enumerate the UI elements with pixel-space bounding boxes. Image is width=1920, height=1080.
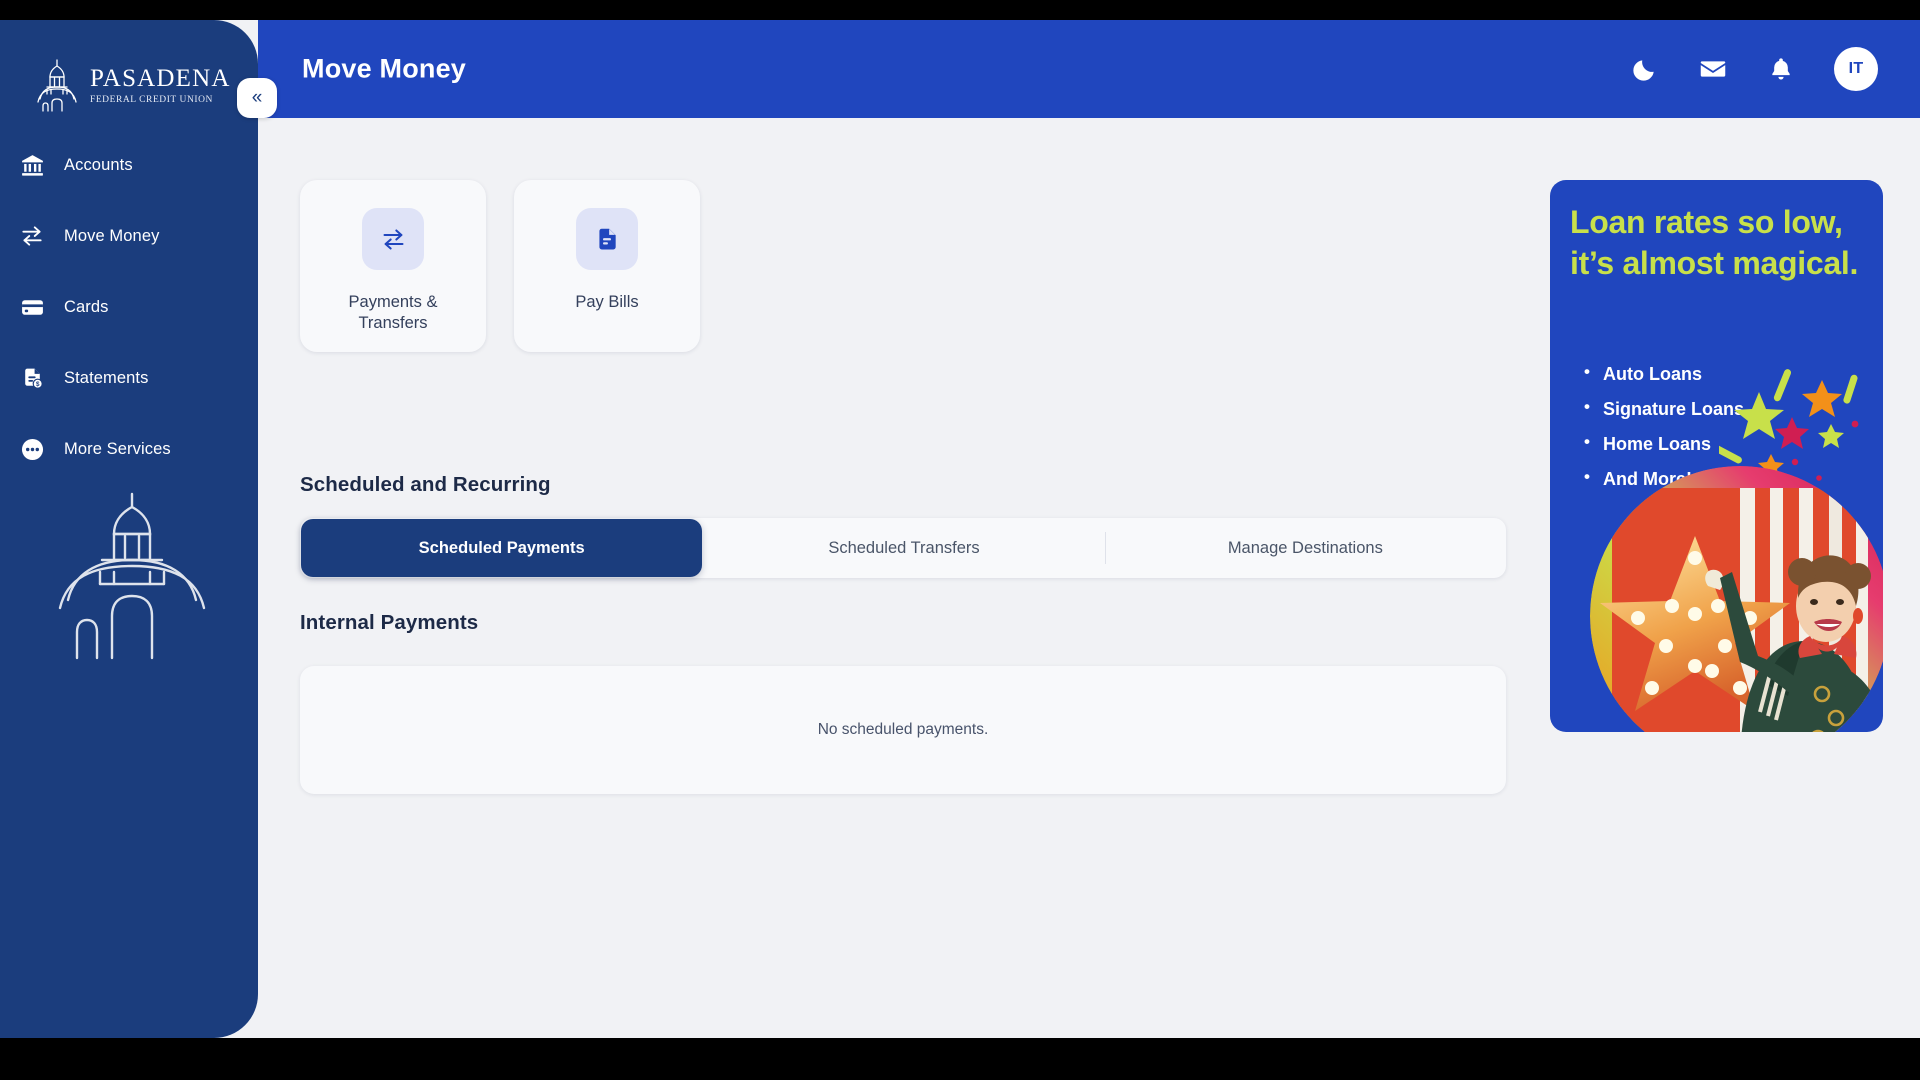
avatar[interactable]: IT <box>1834 47 1878 91</box>
tab-manage-destinations[interactable]: Manage Destinations <box>1104 518 1506 578</box>
sidebar-item-label: More Services <box>64 439 171 458</box>
quick-actions: Payments & Transfers Pay Bills <box>300 180 700 352</box>
brand-logo[interactable]: PASADENA FEDERAL CREDIT UNION <box>34 58 231 112</box>
city-hall-dome-icon <box>37 59 77 112</box>
page-title: Move Money <box>302 53 467 84</box>
credit-card-icon <box>18 293 46 321</box>
sidebar-item-cards[interactable]: Cards <box>0 284 258 330</box>
sidebar-item-more-services[interactable]: More Services <box>0 426 258 472</box>
quick-action-label: Payments & Transfers <box>348 293 438 333</box>
sidebar-item-label: Move Money <box>64 226 160 245</box>
scheduled-payments-empty-state: No scheduled payments. <box>300 666 1506 794</box>
more-dots-icon <box>18 435 46 463</box>
brand-name: PASADENA <box>90 64 231 92</box>
city-hall-dome-watermark-icon <box>58 492 206 660</box>
sidebar-item-label: Cards <box>64 297 109 316</box>
bell-icon[interactable] <box>1766 54 1796 84</box>
empty-state-text: No scheduled payments. <box>817 721 989 738</box>
scheduled-section-title: Scheduled and Recurring <box>300 473 551 496</box>
app-window: PASADENA FEDERAL CREDIT UNION Accounts M… <box>0 20 1920 1038</box>
sidebar-item-move-money[interactable]: Move Money <box>0 213 258 259</box>
scheduled-tabs: Scheduled Payments Scheduled Transfers M… <box>300 518 1506 578</box>
envelope-icon[interactable] <box>1698 54 1728 84</box>
promo-headline: Loan rates so low, it’s almost magical. <box>1570 204 1859 281</box>
svg-text:$: $ <box>35 381 39 388</box>
internal-payments-title: Internal Payments <box>300 611 479 634</box>
sidebar-item-label: Statements <box>64 368 149 387</box>
document-dollar-icon: $ <box>18 364 46 392</box>
moon-icon[interactable] <box>1630 54 1660 84</box>
sidebar-item-label: Accounts <box>64 155 133 174</box>
bank-icon <box>18 151 46 179</box>
brand-subtitle: FEDERAL CREDIT UNION <box>90 94 213 105</box>
main-content: Payments & Transfers Pay Bills Scheduled… <box>258 118 1920 1038</box>
bill-document-icon <box>576 208 638 270</box>
tab-scheduled-transfers[interactable]: Scheduled Transfers <box>703 518 1104 578</box>
transfer-arrows-icon <box>18 222 46 250</box>
sidebar-item-accounts[interactable]: Accounts <box>0 142 258 188</box>
transfer-arrows-icon <box>362 208 424 270</box>
tab-scheduled-payments[interactable]: Scheduled Payments <box>301 519 703 577</box>
circus-performer-photo <box>1590 466 1883 732</box>
promo-banner[interactable]: Loan rates so low, it’s almost magical. … <box>1550 180 1883 732</box>
sidebar-item-statements[interactable]: $ Statements <box>0 355 258 401</box>
quick-action-label: Pay Bills <box>575 293 639 311</box>
sidebar-nav: Accounts Move Money Cards $ Statements M… <box>0 142 258 497</box>
sidebar-collapse-button[interactable]: « <box>237 78 277 118</box>
header-actions: IT <box>1630 47 1878 91</box>
quick-action-payments-transfers[interactable]: Payments & Transfers <box>300 180 486 352</box>
quick-action-pay-bills[interactable]: Pay Bills <box>514 180 700 352</box>
top-header: Move Money IT <box>258 20 1920 118</box>
sidebar: PASADENA FEDERAL CREDIT UNION Accounts M… <box>0 20 258 1038</box>
